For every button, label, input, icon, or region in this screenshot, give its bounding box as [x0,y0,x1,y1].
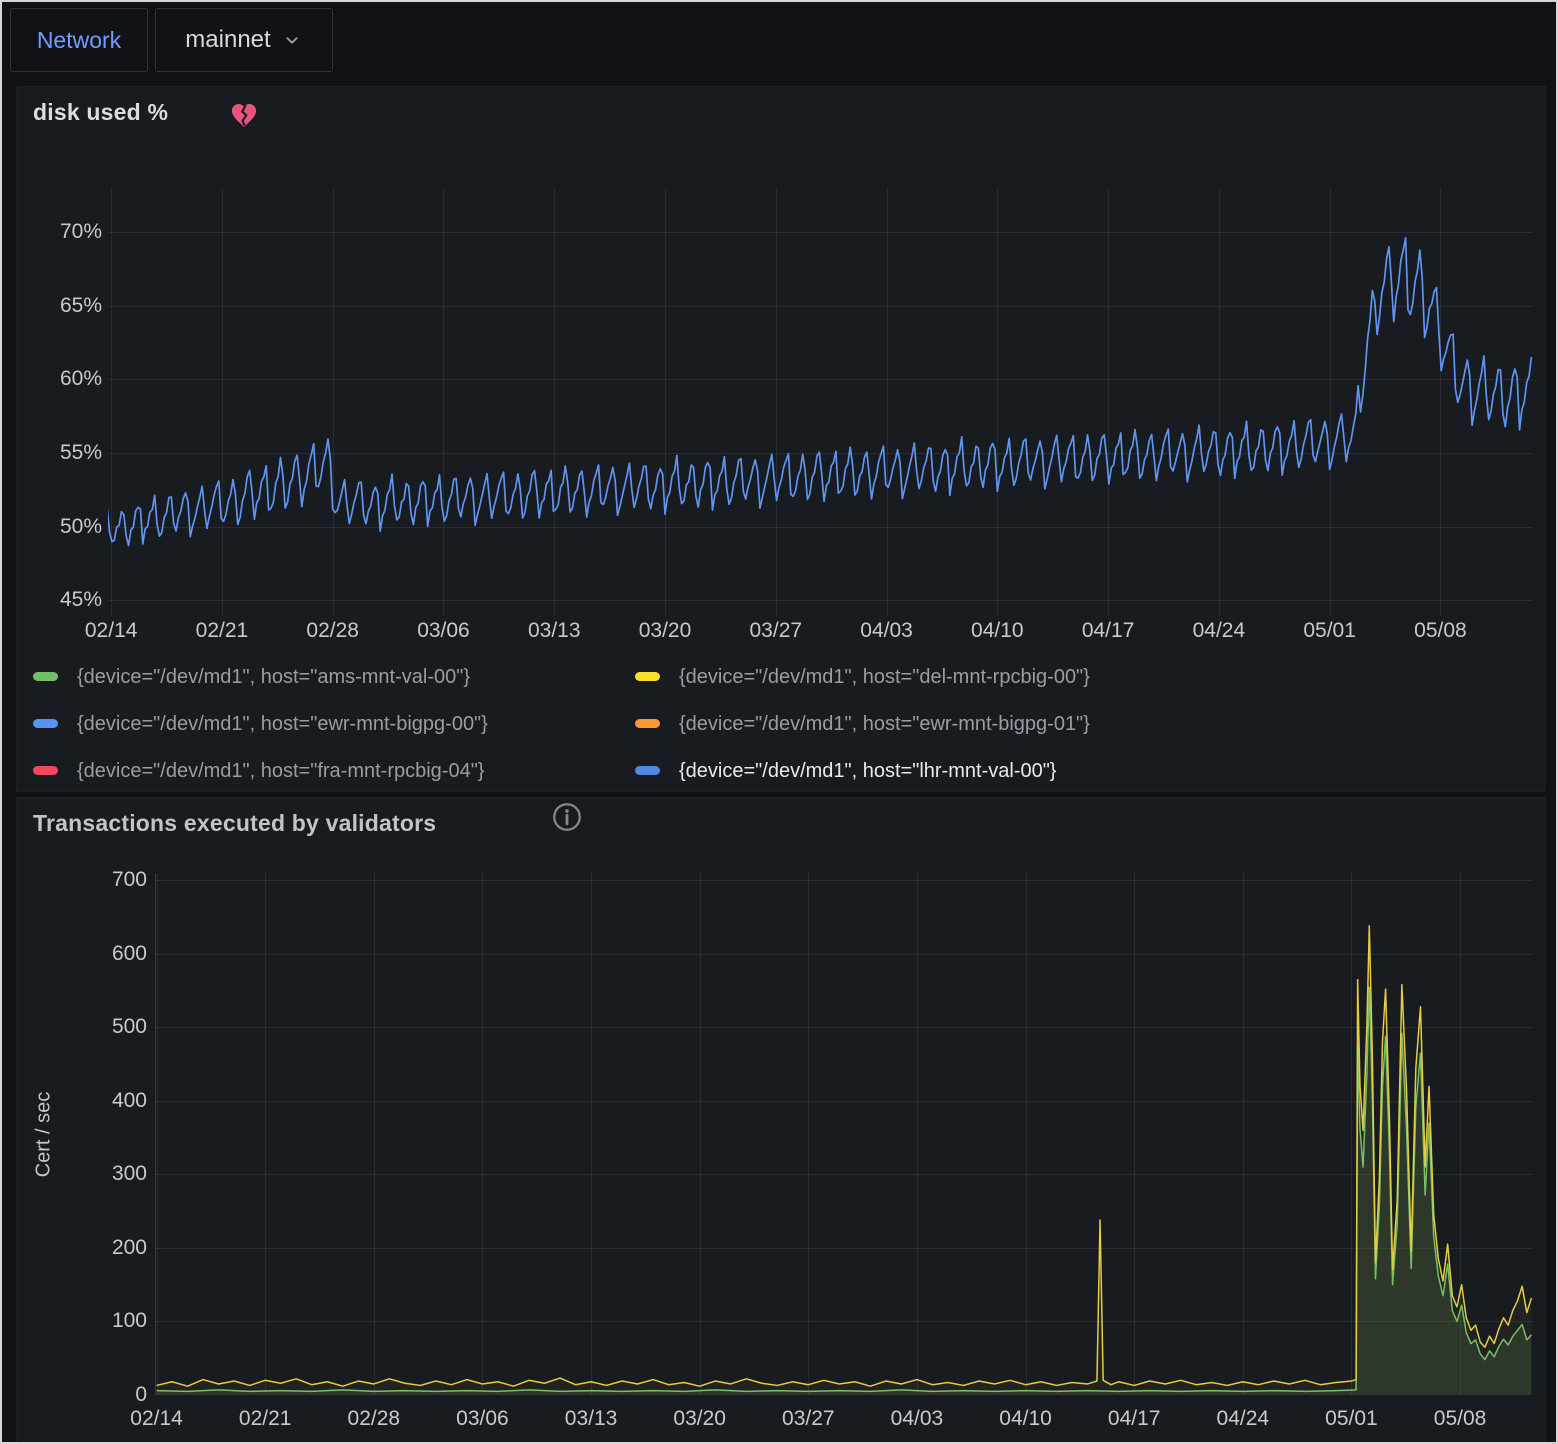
legend-series-label: {device="/dev/md1", host="del-mnt-rpcbig… [679,663,1090,691]
x-tick-label: 04/10 [966,1407,1086,1431]
x-tick-label: 05/08 [1400,1407,1520,1431]
x-tick-label: 02/14 [51,619,171,643]
chevron-down-icon [281,29,303,51]
x-tick-label: 02/21 [162,619,282,643]
legend-series-label: {device="/dev/md1", host="lhr-mnt-val-00… [679,757,1056,785]
broken-heart-alert-icon[interactable] [229,101,259,129]
y-tick-label: 55% [0,441,102,465]
x-tick-label: 03/13 [494,619,614,643]
x-tick-label: 04/17 [1048,619,1168,643]
panel-disk-header: disk used % [17,87,1545,139]
y-tick-label: 200 [27,1236,147,1260]
x-tick-label: 03/27 [716,619,836,643]
x-tick-label: 03/20 [640,1407,760,1431]
x-tick-label: 02/28 [273,619,393,643]
y-tick-label: 70% [0,220,102,244]
legend-series-swatch [635,672,660,681]
y-tick-label: 45% [0,588,102,612]
variable-network-label[interactable]: Network [37,27,121,54]
transactions-chart-canvas[interactable] [155,873,1533,1395]
x-tick-label: 05/01 [1291,1407,1411,1431]
panel-disk-used: disk used % {device="/dev/md1", host="am… [16,86,1546,792]
y-tick-label: 300 [27,1162,147,1186]
legend-series-label: {device="/dev/md1", host="ewr-mnt-bigpg-… [679,710,1090,738]
x-tick-label: 04/17 [1074,1407,1194,1431]
legend-series-swatch [635,766,660,775]
panel-title-transactions[interactable]: Transactions executed by validators [33,810,436,837]
legend-series-label: {device="/dev/md1", host="ams-mnt-val-00… [77,663,470,691]
legend-series-swatch [33,719,58,728]
panel-tx-header: Transactions executed by validators [17,798,1545,850]
x-tick-label: 05/08 [1380,619,1500,643]
panel-transactions: Transactions executed by validators Cert… [16,797,1546,1444]
y-tick-label: 65% [0,294,102,318]
disk-chart-legend: {device="/dev/md1", host="ams-mnt-val-00… [17,647,1545,787]
variable-network-label-box[interactable]: Network [10,8,148,72]
y-tick-label: 500 [27,1015,147,1039]
x-tick-label: 03/20 [605,619,725,643]
x-tick-label: 04/24 [1159,619,1279,643]
y-tick-label: 0 [27,1383,147,1407]
y-tick-label: 60% [0,367,102,391]
x-tick-label: 04/03 [827,619,947,643]
x-tick-label: 04/03 [857,1407,977,1431]
variable-network-value[interactable]: mainnet [185,26,270,54]
y-tick-label: 400 [27,1089,147,1113]
dashboard-toolbar: Network mainnet [2,2,1556,82]
x-tick-label: 03/13 [531,1407,651,1431]
x-tick-label: 04/10 [937,619,1057,643]
x-tick-label: 04/24 [1183,1407,1303,1431]
x-tick-label: 02/28 [314,1407,434,1431]
y-tick-label: 100 [27,1309,147,1333]
x-tick-label: 03/06 [383,619,503,643]
y-tick-label: 50% [0,515,102,539]
disk-used-chart-canvas[interactable] [108,188,1533,615]
variable-network-dropdown[interactable]: mainnet [155,8,333,72]
legend-series-label: {device="/dev/md1", host="fra-mnt-rpcbig… [77,757,485,785]
legend-series-swatch [33,766,58,775]
x-tick-label: 03/06 [422,1407,542,1431]
y-tick-label: 700 [27,868,147,892]
legend-series-label: {device="/dev/md1", host="ewr-mnt-bigpg-… [77,710,488,738]
x-tick-label: 02/14 [97,1407,217,1431]
x-tick-label: 03/27 [748,1407,868,1431]
grafana-dashboard: Network mainnet disk used % {device="/de… [0,0,1558,1444]
legend-series-swatch [635,719,660,728]
legend-series-swatch [33,672,58,681]
y-tick-label: 600 [27,942,147,966]
x-tick-label: 02/21 [205,1407,325,1431]
panel-title-disk[interactable]: disk used % [33,99,168,126]
info-icon[interactable] [550,800,584,834]
x-tick-label: 05/01 [1270,619,1390,643]
